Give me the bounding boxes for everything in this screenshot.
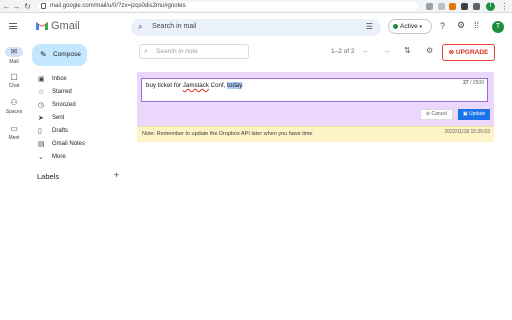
mail-icon: ✉ (5, 47, 23, 57)
sidebar-item-inbox[interactable]: ▣ Inbox (32, 73, 127, 86)
url-text: mail.google.com/mail/u/0/?zx=jzqs0dis3mu… (50, 3, 186, 9)
chevron-down-icon: ⌄ (38, 154, 44, 161)
upgrade-button[interactable]: ⊜ UPGRADE (442, 44, 495, 61)
pencil-icon: ✎ (40, 50, 47, 59)
more-vert-icon[interactable]: ⋮ (500, 2, 509, 11)
back-icon[interactable]: ← (2, 2, 11, 11)
send-icon: ➤ (38, 115, 44, 122)
spaces-icon: ⚇ (10, 98, 18, 107)
labels-heading: Labels (37, 172, 60, 181)
add-label-icon[interactable]: + (114, 170, 119, 180)
update-button[interactable]: ▣ Update (458, 109, 490, 120)
sidebar-item-starred[interactable]: ☆ Starred (32, 86, 127, 99)
status-dropdown[interactable]: Active ▾ (388, 19, 432, 34)
sidebar-nav: ▣ Inbox ☆ Starred ◷ Snoozed ➤ Sent ▯ Drafts ▤… (32, 73, 127, 164)
rail-item-mail[interactable]: ✉ Mail (0, 47, 28, 65)
profile-avatar[interactable]: T (486, 2, 495, 11)
gmail-logo-icon (36, 22, 48, 30)
note-timestamp: 2022/11/18 15:25:03 (444, 129, 490, 135)
compose-button[interactable]: ✎ Compose (32, 44, 87, 66)
status-dot-icon (393, 24, 398, 29)
note-text: Note: Remember to update the Dropbox API… (142, 131, 313, 137)
search-icon[interactable]: ⌕ (138, 22, 142, 32)
note-editor: buy ticket for Jamstack Conf, today. 27 … (137, 72, 494, 126)
note-item[interactable]: Note: Remember to update the Dropbox API… (137, 126, 494, 142)
note-textarea[interactable]: buy ticket for Jamstack Conf, today. 27 … (141, 78, 488, 102)
extension-icon[interactable] (449, 3, 456, 10)
account-avatar[interactable]: T (492, 21, 504, 33)
forward-icon[interactable]: → (12, 2, 21, 11)
search-placeholder: Search in mail (152, 23, 197, 30)
upgrade-icon: ⊜ (448, 49, 456, 56)
app-rail: ✉ Mail ▢ Chat ⚇ Spaces ▭ Meet (0, 41, 28, 320)
puzzle-icon[interactable] (461, 3, 468, 10)
notes-icon: ▤ (38, 141, 45, 148)
inbox-icon: ▣ (38, 76, 45, 83)
sidebar-item-gmail-notes[interactable]: ▤ Gmail Notes (32, 138, 127, 151)
sidebar-item-snoozed[interactable]: ◷ Snoozed (32, 99, 127, 112)
cancel-button[interactable]: ⊘ Cancel (420, 109, 453, 120)
filter-options-icon[interactable]: ☰ (366, 22, 373, 31)
rail-item-chat[interactable]: ▢ Chat (0, 72, 28, 90)
rail-item-meet[interactable]: ▭ Meet (0, 124, 28, 142)
prev-page-icon[interactable]: ← (362, 46, 370, 55)
menu-icon[interactable] (9, 23, 17, 29)
sidebar-item-drafts[interactable]: ▯ Drafts (32, 125, 127, 138)
extension-icon[interactable] (426, 3, 433, 10)
status-label: Active (400, 23, 418, 30)
meet-icon: ▭ (10, 124, 18, 133)
selected-text: today (227, 82, 242, 89)
share-icon[interactable] (438, 3, 445, 10)
browser-toolbar: ← → ↻ mail.google.com/mail/u/0/?zx=jzqs0… (0, 0, 512, 13)
draft-icon: ▯ (38, 128, 42, 135)
lock-icon (41, 3, 46, 9)
clock-icon: ◷ (38, 102, 45, 109)
sidebar-item-more[interactable]: ⌄ More (32, 151, 127, 164)
note-search-input[interactable]: ⌕ Search in note (139, 44, 249, 59)
sidebar-item-sent[interactable]: ➤ Sent (32, 112, 127, 125)
address-bar[interactable]: mail.google.com/mail/u/0/?zx=jzqs0dis3mu… (38, 2, 418, 11)
notes-panel: ⌕ Search in note 1–2 of 2 ← → ⇅ ⚙ ⊜ UPGR… (133, 41, 500, 320)
sort-icon[interactable]: ⇅ (404, 46, 411, 55)
mail-search-input[interactable]: ⌕ Search in mail ☰ (131, 19, 381, 36)
search-icon: ⌕ (144, 48, 148, 55)
help-icon[interactable]: ? (440, 21, 445, 31)
char-counter: 27 / 2500 (463, 80, 484, 86)
note-search-placeholder: Search in note (156, 48, 198, 55)
app-header: Gmail ⌕ Search in mail ☰ Active ▾ ? ⚙ ⁞⁞… (0, 13, 512, 41)
star-icon: ☆ (38, 89, 45, 96)
chat-icon: ▢ (10, 72, 18, 81)
next-page-icon[interactable]: → (383, 46, 391, 55)
app-title: Gmail (51, 20, 80, 32)
pagination-count: 1–2 of 2 (331, 48, 355, 55)
sidepanel-icon[interactable] (473, 3, 480, 10)
reload-icon[interactable]: ↻ (23, 2, 32, 11)
settings-icon[interactable]: ⚙ (426, 46, 433, 55)
settings-icon[interactable]: ⚙ (457, 20, 465, 31)
apps-grid-icon[interactable]: ⁞⁞ (474, 20, 479, 30)
rail-item-spaces[interactable]: ⚇ Spaces (0, 98, 28, 116)
